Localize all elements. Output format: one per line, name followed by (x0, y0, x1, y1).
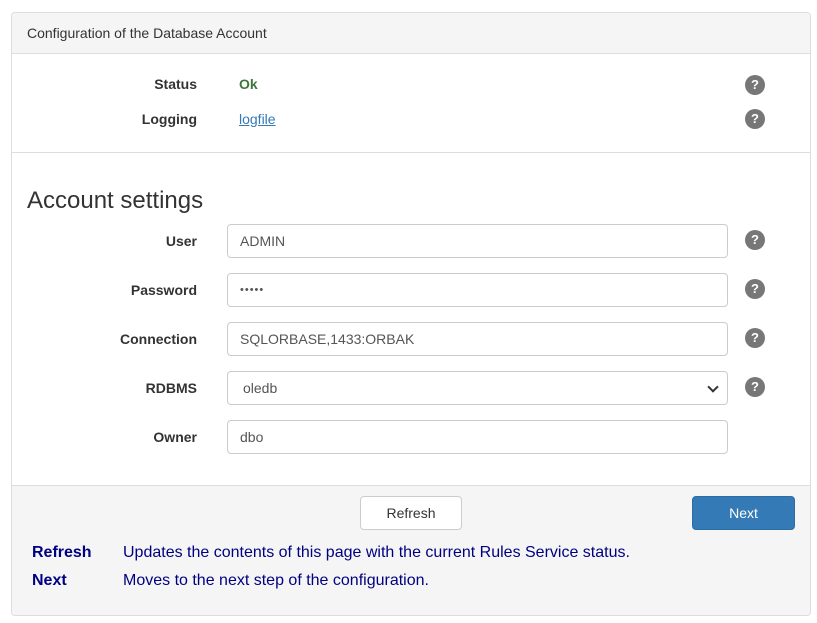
panel-title: Configuration of the Database Account (12, 13, 810, 54)
help-desc-next: Moves to the next step of the configurat… (123, 572, 429, 589)
rdbms-label: RDBMS (145, 380, 197, 396)
status-section: Status Ok ? Logging logfile ? (12, 54, 810, 153)
config-panel: Configuration of the Database Account St… (11, 12, 811, 616)
logging-help-icon[interactable]: ? (745, 109, 765, 129)
account-settings-section: Account settings User ADMIN ? Password •… (12, 153, 810, 485)
connection-label: Connection (120, 331, 197, 347)
owner-input[interactable]: dbo (227, 420, 728, 454)
user-label: User (165, 233, 197, 249)
password-help-icon[interactable]: ? (745, 279, 765, 299)
refresh-button[interactable]: Refresh (360, 496, 462, 530)
status-help-icon[interactable]: ? (745, 75, 765, 95)
password-label: Password (130, 282, 197, 298)
logfile-link[interactable]: logfile (239, 111, 276, 127)
password-input[interactable]: ••••• (227, 273, 728, 307)
status-value: Ok (239, 76, 258, 92)
account-settings-heading: Account settings (27, 187, 204, 214)
status-label: Status (154, 76, 197, 92)
help-desc-refresh: Updates the contents of this page with t… (123, 544, 630, 561)
rdbms-selected-value: oledb (243, 380, 278, 396)
panel-footer: Refresh Next Refresh Updates the content… (12, 485, 810, 615)
help-term-refresh: Refresh (32, 544, 92, 561)
rdbms-help-icon[interactable]: ? (745, 377, 765, 397)
logging-label: Logging (141, 111, 197, 127)
connection-help-icon[interactable]: ? (745, 328, 765, 348)
rdbms-select[interactable]: oledb (227, 371, 728, 405)
chevron-down-icon (707, 381, 719, 393)
connection-input[interactable]: SQLORBASE,1433:ORBAK (227, 322, 728, 356)
next-button[interactable]: Next (692, 496, 795, 530)
user-help-icon[interactable]: ? (745, 230, 765, 250)
help-term-next: Next (32, 572, 67, 589)
owner-label: Owner (153, 429, 197, 445)
user-input[interactable]: ADMIN (227, 224, 728, 258)
